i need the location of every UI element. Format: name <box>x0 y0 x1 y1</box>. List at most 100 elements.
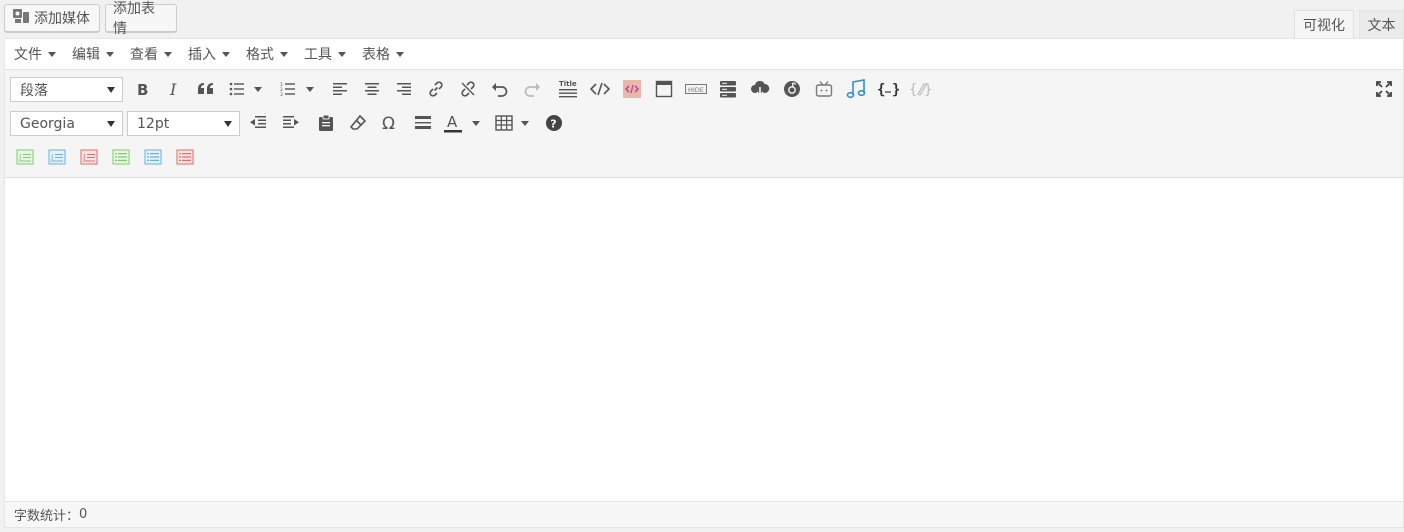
block-format-select[interactable]: 段落 <box>10 77 123 102</box>
italic-icon: I <box>167 81 181 97</box>
bullet-list-button[interactable] <box>225 72 249 106</box>
indent-icon <box>282 115 300 131</box>
toolbar-row-2: Georgia 12pt Ω A ? <box>5 106 1403 140</box>
unlink-button[interactable] <box>453 72 483 106</box>
blue-list-icon <box>144 149 162 165</box>
layers-icon <box>719 80 737 98</box>
red-text-box-icon: I <box>80 149 98 165</box>
hide-icon: HIDE <box>685 83 707 95</box>
text-color-button[interactable]: A <box>439 106 467 140</box>
tab-visual-label: 可视化 <box>1303 18 1345 34</box>
chevron-down-icon <box>338 51 346 57</box>
align-left-button[interactable] <box>325 72 355 106</box>
code-highlight-button[interactable] <box>617 72 647 106</box>
table-dropdown[interactable] <box>517 106 533 140</box>
menu-edit[interactable]: 编辑 <box>63 39 121 69</box>
redo-icon <box>523 81 541 97</box>
chevron-down-icon <box>224 121 232 127</box>
code-button[interactable] <box>585 72 615 106</box>
redo-button[interactable] <box>517 72 547 106</box>
insert-link-button[interactable] <box>421 72 451 106</box>
align-center-button[interactable] <box>357 72 387 106</box>
music-note-button[interactable] <box>777 72 807 106</box>
chevron-down-icon <box>222 51 230 57</box>
fullscreen-button[interactable] <box>1369 72 1399 106</box>
hide-content-button[interactable]: HIDE <box>681 72 711 106</box>
clear-formatting-button[interactable] <box>343 106 373 140</box>
red-list-icon <box>176 149 194 165</box>
svg-text:?: ? <box>550 118 556 131</box>
clipboard-icon <box>318 114 334 132</box>
toolbar-row-3: I I I <box>5 140 1403 174</box>
outdent-button[interactable] <box>243 106 273 140</box>
numbered-list-dropdown[interactable] <box>302 72 318 106</box>
braces-icon: {} <box>877 81 899 97</box>
font-family-select[interactable]: Georgia <box>10 111 123 136</box>
svg-text:{: { <box>909 82 917 97</box>
red-list-button[interactable] <box>170 140 200 174</box>
red-box-button[interactable]: I <box>74 140 104 174</box>
horizontal-line-button[interactable] <box>408 106 438 140</box>
menu-insert[interactable]: 插入 <box>179 39 237 69</box>
title-button[interactable]: Title <box>553 72 583 106</box>
green-box-button[interactable]: I <box>10 140 40 174</box>
text-color-dropdown[interactable] <box>468 106 484 140</box>
bullet-list-icon <box>229 82 245 96</box>
braces-pencil-icon: {} <box>909 81 931 97</box>
chevron-down-icon <box>306 86 314 92</box>
quote-icon <box>197 82 215 96</box>
align-right-button[interactable] <box>389 72 419 106</box>
audio-button[interactable] <box>841 72 871 106</box>
editor-content-area[interactable] <box>5 178 1403 502</box>
chevron-down-icon <box>472 120 480 126</box>
shortcode-button[interactable]: {} <box>873 72 903 106</box>
font-size-value: 12pt <box>137 115 170 132</box>
menu-file[interactable]: 文件 <box>5 39 63 69</box>
italic-button[interactable]: I <box>159 72 189 106</box>
cloud-download-button[interactable] <box>745 72 775 106</box>
undo-button[interactable] <box>485 72 515 106</box>
bold-button[interactable]: B <box>127 72 157 106</box>
eraser-icon <box>349 114 367 132</box>
chevron-down-icon <box>396 51 404 57</box>
code-icon <box>590 81 610 97</box>
text-color-icon: A <box>443 113 463 133</box>
green-list-button[interactable] <box>106 140 136 174</box>
chevron-down-icon <box>107 87 115 93</box>
bullet-list-dropdown[interactable] <box>250 72 266 106</box>
window-button[interactable] <box>649 72 679 106</box>
word-count-value: 0 <box>79 507 88 522</box>
blockquote-button[interactable] <box>191 72 221 106</box>
layers-button[interactable] <box>713 72 743 106</box>
blue-box-button[interactable]: I <box>42 140 72 174</box>
table-button[interactable] <box>490 106 518 140</box>
indent-button[interactable] <box>276 106 306 140</box>
outdent-icon <box>249 115 267 131</box>
block-format-value: 段落 <box>20 82 48 99</box>
menu-insert-label: 插入 <box>188 47 216 63</box>
font-family-value: Georgia <box>20 115 75 132</box>
add-media-button[interactable]: 添加媒体 <box>4 4 100 32</box>
video-button[interactable] <box>809 72 839 106</box>
add-emoji-button[interactable]: 添加表情 <box>105 1 177 37</box>
blue-list-button[interactable] <box>138 140 168 174</box>
svg-text:I: I <box>169 81 177 97</box>
special-character-button[interactable]: Ω <box>375 106 405 140</box>
numbered-list-button[interactable]: 123 <box>276 72 300 106</box>
chevron-down-icon <box>106 51 114 57</box>
menu-format[interactable]: 格式 <box>237 39 295 69</box>
editor-top-bar: 添加媒体 添加表情 可视化 文本 <box>0 0 1404 39</box>
svg-text:HIDE: HIDE <box>688 86 704 94</box>
help-button[interactable]: ? <box>539 106 569 140</box>
font-size-select[interactable]: 12pt <box>127 111 240 136</box>
green-text-box-icon: I <box>16 149 34 165</box>
menu-view[interactable]: 查看 <box>121 39 179 69</box>
tab-visual[interactable]: 可视化 <box>1294 10 1354 39</box>
svg-text:3: 3 <box>280 92 283 96</box>
shortcode-edit-button[interactable]: {} <box>905 72 935 106</box>
undo-icon <box>491 81 509 97</box>
tab-text[interactable]: 文本 <box>1359 10 1404 39</box>
menu-table[interactable]: 表格 <box>353 39 411 69</box>
menu-tools[interactable]: 工具 <box>295 39 353 69</box>
paste-text-button[interactable] <box>311 106 341 140</box>
